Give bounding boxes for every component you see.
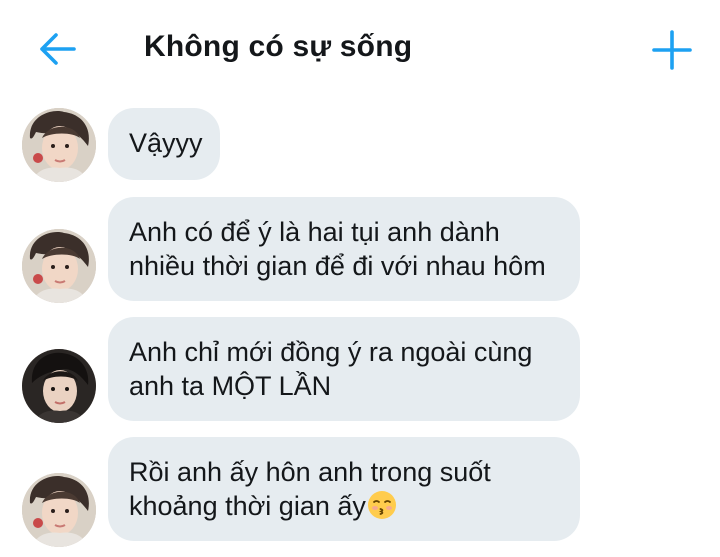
message-bubble[interactable]: Anh có để ý là hai tụi anh dành nhiều th…	[108, 197, 580, 301]
back-button[interactable]	[36, 28, 78, 70]
message-bubble[interactable]: Vậyyy	[108, 108, 220, 180]
avatar[interactable]	[22, 108, 96, 182]
avatar[interactable]	[22, 349, 96, 423]
message-text-line: Anh có để ý là hai tụi anh dành	[129, 217, 500, 247]
add-button[interactable]	[650, 28, 694, 72]
conversation-header: Không có sự sống	[0, 0, 720, 100]
message-bubble[interactable]: Anh chỉ mới đồng ý ra ngoài cùng anh ta …	[108, 317, 580, 421]
message-text: Vậyyy	[129, 128, 203, 158]
message-text-segment: khoảng thời gian ấy	[129, 491, 366, 521]
arrow-left-icon	[40, 33, 76, 65]
message-text-line: khoảng thời gian ấy	[129, 489, 558, 523]
message-text-line: Rồi anh ấy hôn anh trong suốt	[129, 457, 491, 487]
avatar[interactable]	[22, 229, 96, 303]
message-text-line: Anh chỉ mới đồng ý ra ngoài cùng	[129, 337, 533, 367]
message-bubble[interactable]: Rồi anh ấy hôn anh trong suốt khoảng thờ…	[108, 437, 580, 541]
message-text-line: anh ta MỘT LẦN	[129, 371, 332, 401]
message-list: Vậyyy Anh có để ý là hai tụi anh dành nh…	[0, 100, 720, 557]
plus-icon	[652, 30, 692, 70]
avatar[interactable]	[22, 473, 96, 547]
kissing-face-emoji	[367, 491, 396, 519]
message-text-line: nhiều thời gian để đi với nhau hôm	[129, 251, 546, 281]
conversation-title: Không có sự sống	[144, 30, 413, 63]
